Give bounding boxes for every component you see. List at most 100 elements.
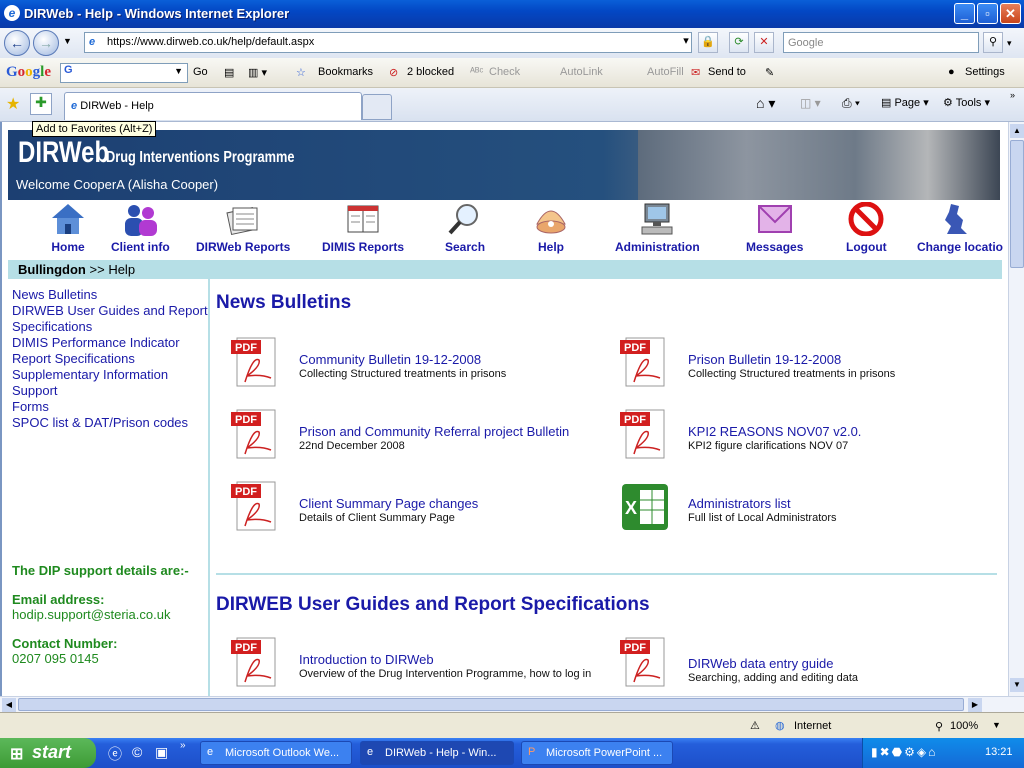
scroll-up-icon[interactable]: ▲ bbox=[1010, 124, 1024, 138]
doc-data-entry-guide[interactable]: PDF DIRWeb data entry guide Searching, a… bbox=[620, 636, 1000, 692]
autolink-button[interactable]: AutoLink bbox=[560, 66, 603, 78]
star-icon: ☆ bbox=[296, 67, 306, 79]
menu-change-location-label: Change locatio bbox=[917, 240, 1004, 254]
sidebar-link-forms[interactable]: Forms bbox=[12, 399, 208, 415]
history-dropdown-icon[interactable]: ▼ bbox=[63, 36, 72, 46]
menu-logout[interactable]: Logout bbox=[846, 202, 887, 254]
doc-title[interactable]: Prison and Community Referral project Bu… bbox=[299, 424, 569, 439]
horizontal-scrollbar[interactable]: ◀ ▶ bbox=[0, 696, 1024, 712]
maximize-button[interactable]: ▫ bbox=[977, 3, 998, 24]
vertical-scroll-thumb[interactable] bbox=[1010, 140, 1024, 268]
search-options-icon[interactable]: ▾ bbox=[1007, 38, 1012, 49]
support-email[interactable]: hodip.support@steria.co.uk bbox=[12, 607, 208, 622]
sidebar-link-user-guides[interactable]: DIRWEB User Guides and Report Specificat… bbox=[12, 303, 208, 335]
doc-title[interactable]: Introduction to DIRWeb bbox=[299, 652, 434, 667]
menu-dirweb-reports[interactable]: DIRWeb Reports bbox=[196, 202, 290, 254]
menu-dimis-reports[interactable]: DIMIS Reports bbox=[322, 202, 404, 254]
tab-dirweb-help[interactable]: e DIRWeb - Help bbox=[64, 92, 362, 120]
bookmarks-button[interactable]: Bookmarks bbox=[318, 66, 373, 78]
back-button[interactable]: ← bbox=[4, 30, 30, 56]
contact-label: Contact Number: bbox=[12, 636, 118, 651]
quicklaunch-app-icon[interactable]: © bbox=[132, 744, 142, 760]
doc-title[interactable]: Community Bulletin 19-12-2008 bbox=[299, 352, 481, 367]
main-menu: Home Client info DIRWeb Reports DIMIS Re… bbox=[8, 202, 1003, 258]
doc-kpi2-reasons[interactable]: PDF KPI2 REASONS NOV07 v2.0. KPI2 figure… bbox=[620, 408, 1000, 464]
sidebar-link-support[interactable]: Support bbox=[12, 383, 208, 399]
settings-button[interactable]: Settings bbox=[965, 66, 1005, 78]
doc-description: Details of Client Summary Page bbox=[299, 512, 455, 524]
doc-client-summary[interactable]: PDF Client Summary Page changes Details … bbox=[231, 480, 611, 536]
doc-title[interactable]: KPI2 REASONS NOV07 v2.0. bbox=[688, 424, 861, 439]
close-button[interactable]: ✕ bbox=[1000, 3, 1021, 24]
tools-menu[interactable]: ⚙ Tools ▾ bbox=[943, 96, 990, 109]
scroll-right-icon[interactable]: ▶ bbox=[968, 698, 982, 712]
start-button[interactable]: ⊞ start bbox=[0, 738, 96, 768]
menu-messages[interactable]: Messages bbox=[746, 202, 803, 254]
highlighter-icon[interactable]: ✎ bbox=[765, 66, 774, 79]
scroll-left-icon[interactable]: ◀ bbox=[2, 698, 16, 712]
doc-prison-bulletin[interactable]: PDF Prison Bulletin 19-12-2008 Collectin… bbox=[620, 336, 1000, 392]
refresh-icon[interactable]: ⟳ bbox=[729, 32, 749, 53]
task-powerpoint[interactable]: P Microsoft PowerPoint ... bbox=[521, 741, 673, 765]
menu-search[interactable]: Search bbox=[445, 202, 485, 254]
window-titlebar[interactable]: e DIRWeb - Help - Windows Internet Explo… bbox=[0, 0, 1024, 28]
autofill-button[interactable]: AutoFill bbox=[647, 66, 684, 78]
print-icon[interactable]: ⎙ ▾ bbox=[842, 96, 860, 111]
doc-title[interactable]: DIRWeb data entry guide bbox=[688, 656, 834, 671]
sidebar-link-spoc[interactable]: SPOC list & DAT/Prison codes bbox=[12, 415, 208, 431]
scroll-down-icon[interactable]: ▼ bbox=[1010, 678, 1024, 692]
google-search-input[interactable]: G ▼ bbox=[60, 63, 188, 83]
breadcrumb: Bullingdon >> Help bbox=[8, 260, 1002, 279]
doc-title[interactable]: Prison Bulletin 19-12-2008 bbox=[688, 352, 841, 367]
home-toolbar-icon[interactable]: ⌂ ▾ bbox=[756, 95, 775, 112]
quicklaunch-more-icon[interactable]: » bbox=[180, 740, 186, 751]
task-outlook[interactable]: e Microsoft Outlook We... bbox=[200, 741, 352, 765]
search-input[interactable]: Google bbox=[783, 32, 979, 53]
address-dropdown-icon[interactable]: ▾ bbox=[676, 32, 696, 53]
check-button[interactable]: Check bbox=[489, 66, 520, 78]
page-menu[interactable]: ▤ Page ▾ bbox=[881, 96, 929, 109]
new-tab-button[interactable] bbox=[362, 94, 392, 120]
menu-administration[interactable]: Administration bbox=[615, 202, 700, 254]
menu-client-info[interactable]: Client info bbox=[111, 202, 170, 254]
sidebar-link-supplementary[interactable]: Supplementary Information bbox=[12, 367, 208, 383]
address-bar[interactable]: e https://www.dirweb.co.uk/help/default.… bbox=[84, 32, 692, 53]
doc-community-bulletin[interactable]: PDF Community Bulletin 19-12-2008 Collec… bbox=[231, 336, 611, 392]
feeds-icon[interactable]: ◫ ▾ bbox=[800, 96, 821, 110]
doc-title[interactable]: Administrators list bbox=[688, 496, 791, 511]
task-outlook-label: Microsoft Outlook We... bbox=[225, 747, 340, 759]
section-divider bbox=[216, 573, 997, 575]
doc-title[interactable]: Client Summary Page changes bbox=[299, 496, 478, 511]
navigation-bar: ← → ▼ e https://www.dirweb.co.uk/help/de… bbox=[0, 28, 1024, 58]
sidebar-link-dimis-specs[interactable]: DIMIS Performance Indicator Report Speci… bbox=[12, 335, 208, 367]
task-dirweb[interactable]: e DIRWeb - Help - Win... bbox=[360, 741, 514, 765]
zoom-dropdown-icon[interactable]: ▼ bbox=[992, 720, 1001, 730]
search-icon[interactable]: ⚲ bbox=[983, 32, 1003, 53]
pagerank-icon[interactable]: ▥ ▾ bbox=[248, 66, 267, 79]
sendto-button[interactable]: Send to bbox=[708, 66, 746, 78]
menu-change-location[interactable]: Change locatio bbox=[917, 202, 1003, 254]
horizontal-scroll-thumb[interactable] bbox=[18, 698, 964, 711]
tray-icons[interactable]: ▮✖⬣⚙◈⌂ bbox=[871, 745, 937, 759]
sidebar-link-news-bulletins[interactable]: News Bulletins bbox=[12, 287, 208, 303]
svg-text:PDF: PDF bbox=[624, 414, 646, 426]
forward-button[interactable]: → bbox=[33, 30, 59, 56]
menu-help[interactable]: Help bbox=[533, 202, 569, 254]
lock-icon[interactable]: 🔒 bbox=[698, 32, 718, 53]
favorites-star-icon[interactable]: ★ bbox=[6, 94, 20, 114]
zoom-level[interactable]: 100% bbox=[950, 720, 978, 732]
chevron-more-icon[interactable]: » bbox=[1010, 90, 1015, 100]
quicklaunch-office-icon[interactable]: ▣ bbox=[155, 744, 168, 761]
quicklaunch-ie-icon[interactable]: ⓔ bbox=[108, 744, 122, 764]
doc-intro-dirweb[interactable]: PDF Introduction to DIRWeb Overview of t… bbox=[231, 636, 611, 692]
add-favorites-icon[interactable]: ✚ bbox=[30, 93, 52, 115]
minimize-button[interactable]: _ bbox=[954, 3, 975, 24]
go-button[interactable]: Go bbox=[193, 66, 208, 78]
doc-referral-bulletin[interactable]: PDF Prison and Community Referral projec… bbox=[231, 408, 611, 464]
menu-home[interactable]: Home bbox=[50, 202, 86, 254]
blocked-button[interactable]: 2 blocked bbox=[407, 66, 454, 78]
news-icon[interactable]: ▤ bbox=[224, 66, 234, 79]
vertical-scrollbar[interactable]: ▲ ▼ bbox=[1008, 122, 1024, 696]
doc-administrators-list[interactable]: X Administrators list Full list of Local… bbox=[620, 480, 1000, 536]
stop-icon[interactable]: ✕ bbox=[754, 32, 774, 53]
